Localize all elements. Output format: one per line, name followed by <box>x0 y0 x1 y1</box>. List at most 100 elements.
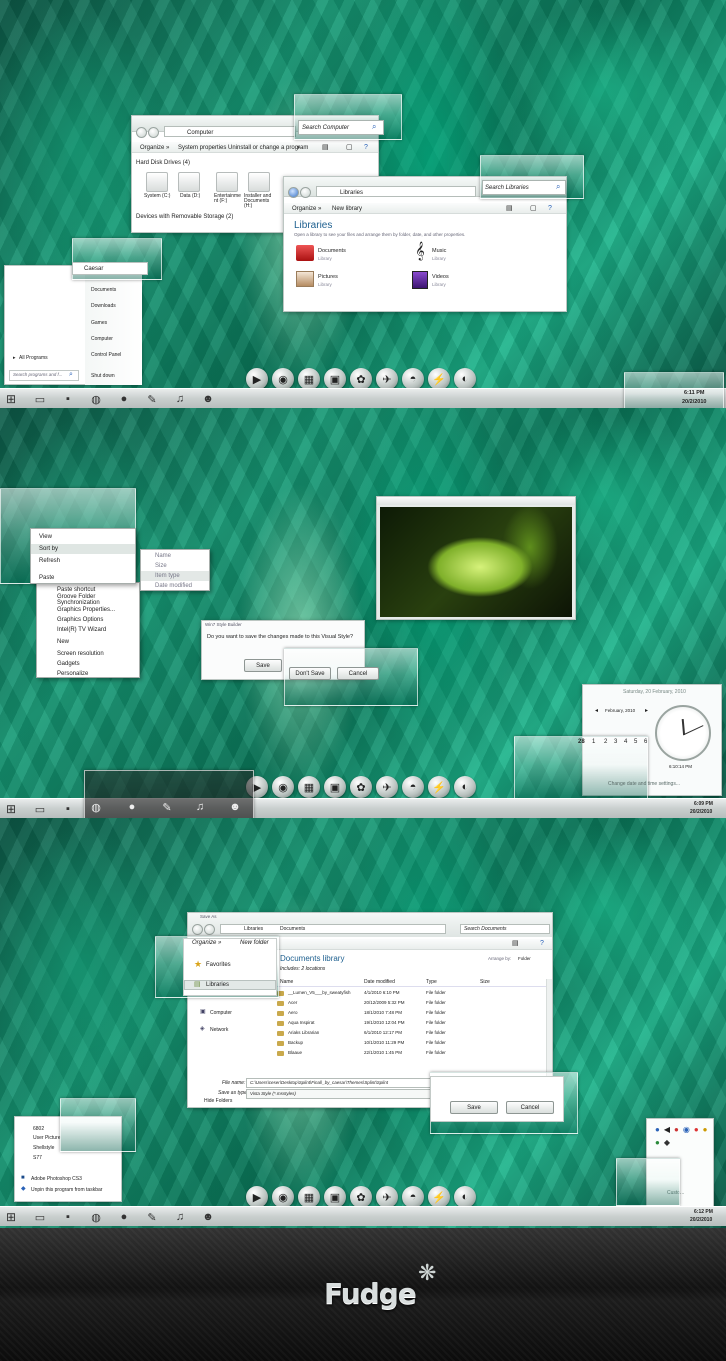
arrange-dropdown[interactable]: Folder <box>518 956 531 962</box>
view-icon[interactable]: ▤ <box>322 144 329 151</box>
all-programs[interactable]: All Programs <box>19 356 48 361</box>
breadcrumb-libraries[interactable]: Libraries <box>244 927 263 932</box>
photoshop-icon[interactable]: ▪ <box>61 392 75 406</box>
new-folder-button[interactable]: New folder <box>240 940 269 946</box>
start-orb-icon[interactable]: ⊞ <box>4 392 18 406</box>
calendar-day[interactable]: 3 <box>614 739 617 745</box>
drive-icon[interactable] <box>248 172 270 192</box>
drive-label[interactable]: System (C:) <box>144 194 170 199</box>
submenu-item-size[interactable]: Size <box>141 561 209 571</box>
address-bar[interactable] <box>164 126 296 137</box>
tray-icon[interactable]: ● <box>655 1125 660 1134</box>
clock-date[interactable]: 20/2/2010 <box>682 399 706 406</box>
system-properties-button[interactable]: System properties <box>178 145 226 151</box>
music-icon[interactable]: ♫ <box>193 800 207 814</box>
drive-icon[interactable] <box>216 172 238 192</box>
drive-label[interactable]: Entertainme nt (F:) <box>214 194 242 204</box>
menu-item-paste[interactable]: Paste <box>31 573 135 583</box>
bird-icon[interactable]: ✈ <box>376 776 398 798</box>
lightning-icon[interactable]: ⚡ <box>428 1186 450 1208</box>
clock-time[interactable]: 6:12 PM <box>694 1210 713 1215</box>
preview-pane-icon[interactable]: ▢ <box>346 144 353 151</box>
change-date-link[interactable]: Change date and time settings... <box>608 782 680 787</box>
fish-icon[interactable]: ◓ <box>402 776 424 798</box>
user-icon[interactable]: ☻ <box>228 800 242 814</box>
cd-icon[interactable]: ◉ <box>272 1186 294 1208</box>
fish-icon[interactable]: ◓ <box>402 368 424 390</box>
music-icon[interactable]: ♫ <box>173 392 187 406</box>
menu-item-screen-resolution[interactable]: Screen resolution <box>37 649 139 659</box>
drive-icon[interactable] <box>178 172 200 192</box>
jump-item[interactable]: 6802 <box>33 1127 44 1132</box>
bird-icon[interactable]: ✈ <box>376 368 398 390</box>
tray-icon[interactable]: ● <box>674 1125 679 1134</box>
calendar-day[interactable]: 2 <box>604 739 607 745</box>
calendar-day[interactable]: 28 <box>578 739 585 745</box>
preview-pane-icon[interactable]: ▢ <box>530 205 537 212</box>
lightning-icon[interactable]: ⚡ <box>428 368 450 390</box>
clock-date[interactable]: 20/2/2010 <box>690 1218 712 1223</box>
explorer-icon[interactable]: ▭ <box>33 392 47 406</box>
drive-icon[interactable] <box>146 172 168 192</box>
search-icon[interactable]: ⌕ <box>556 183 560 191</box>
firefox-icon[interactable]: ◍ <box>89 392 103 406</box>
search-icon[interactable]: ⌕ <box>69 371 73 378</box>
photoshop-icon[interactable]: ▪ <box>61 1210 75 1224</box>
menu-item-new[interactable]: New <box>37 637 139 647</box>
shutdown-button[interactable]: Shut down <box>91 374 115 379</box>
music-icon[interactable]: ♫ <box>173 1210 187 1224</box>
back-button[interactable] <box>288 187 299 198</box>
user-icon[interactable]: ☻ <box>201 1210 215 1224</box>
videos-library-icon[interactable] <box>412 271 428 289</box>
help-icon[interactable]: ? <box>540 940 544 947</box>
firefox-icon[interactable]: ◍ <box>89 1210 103 1224</box>
calendar-month[interactable]: February, 2010 <box>605 708 635 714</box>
help-icon[interactable]: ? <box>548 205 552 212</box>
help-icon[interactable]: ? <box>364 144 368 151</box>
table-row[interactable]: Acer 20/12/2009 5:32 PM File folder <box>274 999 544 1008</box>
library-name[interactable]: Music <box>432 248 446 255</box>
menu-item-graphics-options[interactable]: Graphics Options <box>37 615 139 625</box>
messenger-icon[interactable]: ● <box>125 800 139 814</box>
jump-item[interactable]: User Picture <box>33 1136 61 1141</box>
table-row[interactable]: Aqua Inspirat 19/1/2010 12:04 PM File fold… <box>274 1019 544 1028</box>
volume-icon[interactable]: ◀ <box>664 1125 670 1134</box>
jump-item[interactable]: Shellstyle <box>33 1146 54 1151</box>
menu-item-personalize[interactable]: Personalize <box>37 669 139 679</box>
calendar-day[interactable]: 4 <box>624 739 627 745</box>
search-icon[interactable]: ⌕ <box>372 123 376 131</box>
organize-button[interactable]: Organize » <box>192 940 221 946</box>
tray-icon[interactable]: ◉ <box>683 1125 690 1134</box>
tools-icon[interactable]: ✎ <box>145 1210 159 1224</box>
photoshop-icon[interactable]: ▪ <box>61 802 75 816</box>
browser-icon[interactable]: ◐ <box>454 776 476 798</box>
unpin-item[interactable]: Unpin this program from taskbar <box>31 1188 102 1193</box>
start-orb-icon[interactable]: ⊞ <box>4 802 18 816</box>
view-icon[interactable]: ▤ <box>506 205 513 212</box>
column-date[interactable]: Date modified <box>364 980 395 985</box>
back-button[interactable] <box>192 924 203 935</box>
gimp-icon[interactable]: ✿ <box>350 1186 372 1208</box>
clock-time[interactable]: 6:11 PM <box>684 390 704 397</box>
jump-app-name[interactable]: Adobe Photoshop CS3 <box>31 1177 82 1182</box>
nav-network[interactable]: Network <box>210 1028 228 1033</box>
jump-item[interactable]: S77 <box>33 1156 42 1161</box>
calendar-day[interactable]: 5 <box>634 739 637 745</box>
submenu-item-date[interactable]: Date modified <box>141 581 209 591</box>
clock-time[interactable]: 6:09 PM <box>694 802 713 807</box>
menu-item-refresh[interactable]: Refresh <box>31 556 135 566</box>
forward-button[interactable] <box>204 924 215 935</box>
cancel-button[interactable]: Cancel <box>337 667 379 680</box>
gimp-icon[interactable]: ✿ <box>350 368 372 390</box>
menu-item-view[interactable]: View <box>31 532 135 542</box>
drive-label[interactable]: Data (D:) <box>180 194 200 199</box>
column-type[interactable]: Type <box>426 980 437 985</box>
lightning-icon[interactable]: ⚡ <box>428 776 450 798</box>
store-icon[interactable]: ▦ <box>298 1186 320 1208</box>
dont-save-button[interactable]: Don't Save <box>289 667 331 680</box>
save-button[interactable]: Save <box>450 1101 498 1114</box>
hide-folders-button[interactable]: Hide Folders <box>204 1099 232 1104</box>
menu-item-graphics-properties[interactable]: Graphics Properties... <box>37 605 139 615</box>
organize-button[interactable]: Organize » <box>292 206 321 212</box>
start-user-name[interactable]: Caesar <box>84 266 103 272</box>
